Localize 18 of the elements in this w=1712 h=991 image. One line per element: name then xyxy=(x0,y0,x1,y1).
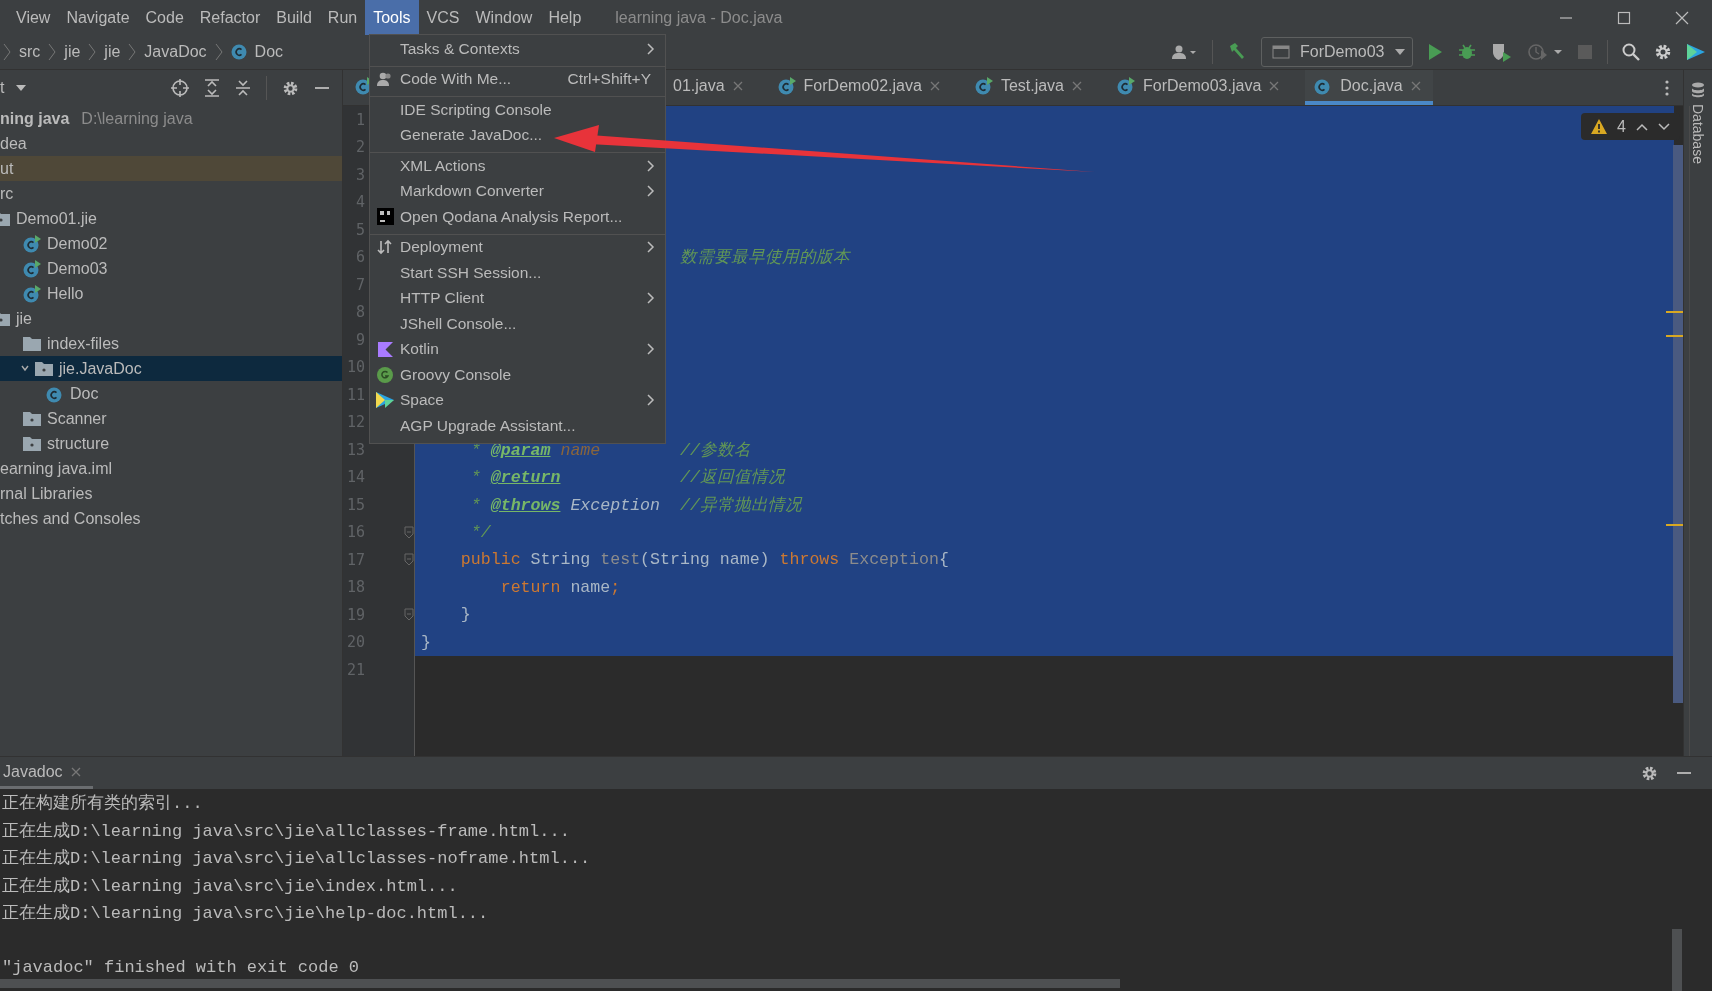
console-line: 正在生成D:\learning java\src\jie\allclasses-noframe.html... xyxy=(2,848,591,870)
code-line: * @throws Exception //异常抛出情况 xyxy=(470,494,802,516)
warning-count: 4 xyxy=(1617,117,1626,136)
code-line: } xyxy=(460,605,471,625)
console-line: 正在构建所有类的索引... xyxy=(2,793,203,815)
console-line: 正在生成D:\learning java\src\jie\help-doc.html... xyxy=(2,903,489,925)
window-title: learning java - Doc.java xyxy=(615,8,783,27)
code-line: 数需要最早使用的版本 xyxy=(679,247,850,269)
console-line: 正在生成D:\learning java\src\jie\index.html... xyxy=(2,875,458,897)
code-line: */ xyxy=(470,522,491,542)
console-line: 正在生成D:\learning java\src\jie\allclasses-frame.html... xyxy=(2,820,570,842)
code-line: * @return //返回值情况 xyxy=(470,467,785,489)
console-line: "javadoc" finished with exit code 0 xyxy=(2,958,360,978)
code-line: } xyxy=(421,632,431,652)
path-label: D:\learning java xyxy=(81,109,193,128)
code-line: public String test(String name) throws Exception{ xyxy=(460,550,949,570)
code-line: return name; xyxy=(500,577,621,597)
shortcut-label: Ctrl+Shift+Y xyxy=(567,70,651,89)
